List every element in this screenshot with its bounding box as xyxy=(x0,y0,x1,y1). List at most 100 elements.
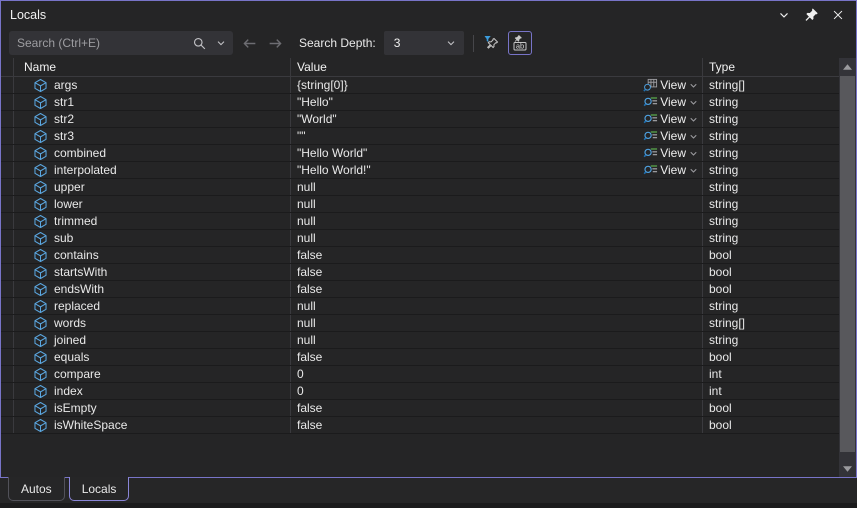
table-row[interactable]: isWhiteSpace false bool xyxy=(1,417,839,434)
scroll-up-arrow-icon[interactable] xyxy=(839,58,856,75)
filter-pinned-properties-button[interactable] xyxy=(481,32,503,54)
variable-value[interactable]: "Hello World" xyxy=(297,146,643,160)
variable-value[interactable]: null xyxy=(297,214,702,228)
row-name-cell: args xyxy=(14,77,291,93)
view-options-chevron-icon[interactable] xyxy=(688,148,699,159)
variable-value[interactable]: false xyxy=(297,418,702,432)
chevron-down-icon xyxy=(445,37,457,49)
variable-value[interactable]: "World" xyxy=(297,112,643,126)
search-options-chevron-icon[interactable] xyxy=(215,37,227,49)
local-variable-icon xyxy=(33,95,48,110)
grid-rows-area: Name Value Type xyxy=(1,58,839,477)
table-row[interactable]: str2 "World" xyxy=(1,111,839,128)
table-row[interactable]: index 0 int xyxy=(1,383,839,400)
variable-name: index xyxy=(54,384,83,398)
view-options-chevron-icon[interactable] xyxy=(688,114,699,125)
variable-type: string xyxy=(709,146,738,160)
scroll-down-arrow-icon[interactable] xyxy=(839,460,856,477)
variable-value[interactable]: null xyxy=(297,316,702,330)
table-row[interactable]: isEmpty false bool xyxy=(1,400,839,417)
row-value-cell: null xyxy=(291,230,703,246)
row-value-cell: false xyxy=(291,400,703,416)
window-position-menu-button[interactable] xyxy=(775,6,793,24)
table-row[interactable]: endsWith false bool xyxy=(1,281,839,298)
local-variable-icon xyxy=(33,214,48,229)
variable-value[interactable]: {string[0]} xyxy=(297,78,643,92)
variable-value[interactable]: false xyxy=(297,350,702,364)
table-row[interactable]: contains false bool xyxy=(1,247,839,264)
close-window-button[interactable] xyxy=(829,6,847,24)
variable-value[interactable]: null xyxy=(297,180,702,194)
view-options-chevron-icon[interactable] xyxy=(688,97,699,108)
variable-value[interactable]: false xyxy=(297,248,702,262)
vertical-scrollbar[interactable] xyxy=(839,58,856,477)
variable-value[interactable]: null xyxy=(297,299,702,313)
column-header-name[interactable]: Name xyxy=(14,58,291,76)
variable-type: bool xyxy=(709,401,732,415)
pin-window-button[interactable] xyxy=(802,6,820,24)
table-row[interactable]: trimmed null string xyxy=(1,213,839,230)
view-visualizer-button[interactable]: View xyxy=(643,78,702,93)
variable-name: contains xyxy=(54,248,99,262)
table-row[interactable]: words null string[] xyxy=(1,315,839,332)
variable-value[interactable]: 0 xyxy=(297,367,702,381)
view-options-chevron-icon[interactable] xyxy=(688,131,699,142)
variable-value[interactable]: null xyxy=(297,333,702,347)
table-row[interactable]: interpolated "Hello World!" xyxy=(1,162,839,179)
variable-type: string xyxy=(709,180,738,194)
local-variable-icon xyxy=(33,333,48,348)
view-visualizer-button[interactable]: View xyxy=(643,95,702,110)
variable-value[interactable]: 0 xyxy=(297,384,702,398)
table-row[interactable]: lower null string xyxy=(1,196,839,213)
column-header-type[interactable]: Type xyxy=(703,58,839,76)
variable-value[interactable]: false xyxy=(297,265,702,279)
row-value-cell: "World" xyxy=(291,111,703,127)
view-options-chevron-icon[interactable] xyxy=(688,165,699,176)
table-row[interactable]: combined "Hello World" xyxy=(1,145,839,162)
table-row[interactable]: str3 "" xyxy=(1,128,839,145)
tool-window-tab-strip: Autos Locals xyxy=(0,478,857,503)
row-type-cell: bool xyxy=(703,247,839,263)
variable-value[interactable]: null xyxy=(297,197,702,211)
table-row[interactable]: str1 "Hello" xyxy=(1,94,839,111)
table-row[interactable]: equals false bool xyxy=(1,349,839,366)
variable-value[interactable]: false xyxy=(297,401,702,415)
variable-value[interactable]: false xyxy=(297,282,702,296)
table-row[interactable]: startsWith false bool xyxy=(1,264,839,281)
search-depth-dropdown[interactable]: 3 xyxy=(384,31,464,55)
local-variable-icon xyxy=(33,401,48,416)
table-row[interactable]: upper null string xyxy=(1,179,839,196)
table-row[interactable]: args {string[0]} xyxy=(1,77,839,94)
local-variable-icon xyxy=(33,163,48,178)
row-gutter xyxy=(1,315,14,331)
view-visualizer-button[interactable]: View xyxy=(643,129,702,144)
variable-value[interactable]: null xyxy=(297,231,702,245)
locals-tool-window: Locals xyxy=(0,0,857,508)
variable-name: str1 xyxy=(54,95,74,109)
table-row[interactable]: joined null string xyxy=(1,332,839,349)
tab-locals[interactable]: Locals xyxy=(69,477,130,501)
variable-value[interactable]: "" xyxy=(297,129,643,143)
string-view-toggle-button[interactable]: ab xyxy=(508,31,532,55)
row-gutter xyxy=(1,366,14,382)
view-button-label: View xyxy=(660,78,686,92)
table-row[interactable]: replaced null string xyxy=(1,298,839,315)
tab-autos[interactable]: Autos xyxy=(8,477,65,501)
table-row[interactable]: sub null string xyxy=(1,230,839,247)
column-header-value[interactable]: Value xyxy=(291,58,703,76)
search-back-button[interactable] xyxy=(239,33,259,53)
scrollbar-thumb[interactable] xyxy=(840,76,855,452)
view-visualizer-button[interactable]: View xyxy=(643,112,702,127)
row-type-cell: string xyxy=(703,162,839,178)
local-variable-icon xyxy=(33,231,48,246)
variable-value[interactable]: "Hello World!" xyxy=(297,163,643,177)
local-variable-icon xyxy=(33,384,48,399)
search-forward-button[interactable] xyxy=(265,33,285,53)
view-visualizer-button[interactable]: View xyxy=(643,146,702,161)
table-row[interactable]: compare 0 int xyxy=(1,366,839,383)
view-visualizer-button[interactable]: View xyxy=(643,163,702,178)
view-options-chevron-icon[interactable] xyxy=(688,80,699,91)
variable-value[interactable]: "Hello" xyxy=(297,95,643,109)
search-input[interactable]: Search (Ctrl+E) xyxy=(9,31,233,55)
variable-type: string xyxy=(709,214,738,228)
